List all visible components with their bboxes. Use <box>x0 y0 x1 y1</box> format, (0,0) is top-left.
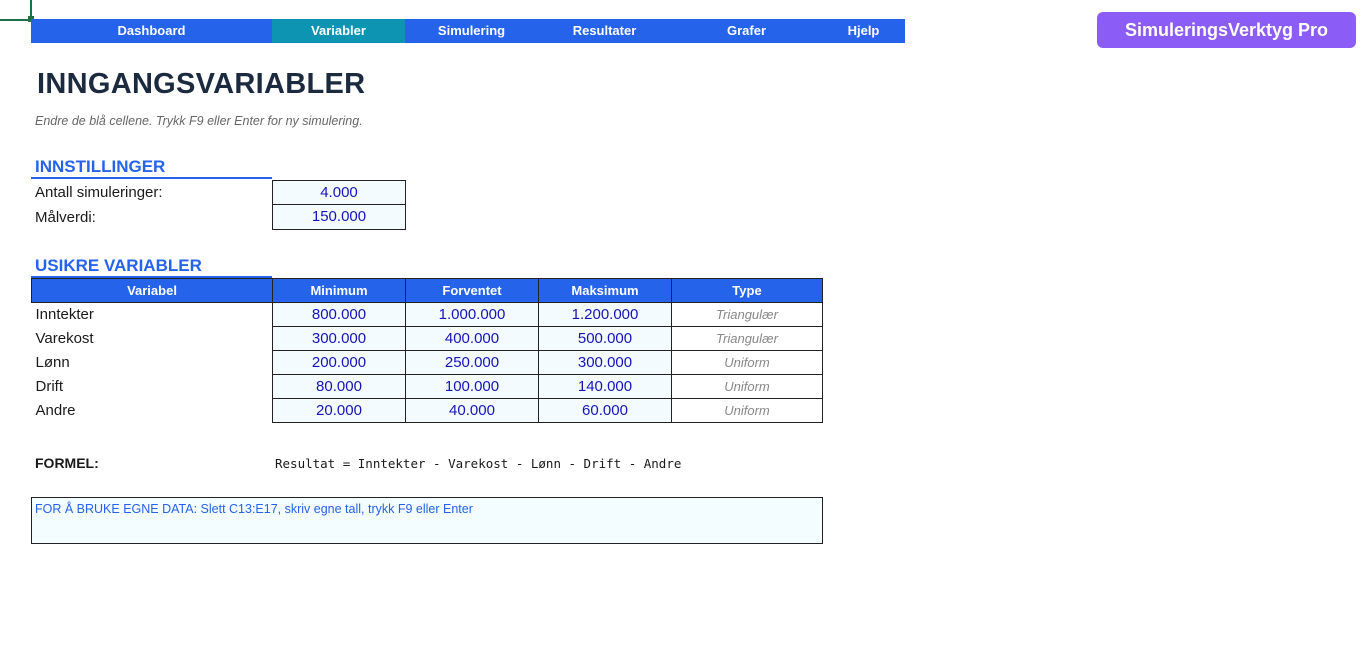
header-minimum: Minimum <box>272 278 406 303</box>
brand-badge: SimuleringsVerktyg Pro <box>1097 12 1356 48</box>
nav-bar: Dashboard Variabler Simulering Resultate… <box>31 19 905 43</box>
table-row: Drift 80.000 100.000 140.000 Uniform <box>32 374 823 399</box>
maximum-cell[interactable]: 300.000 <box>538 350 672 375</box>
table-row: Inntekter 800.000 1.000.000 1.200.000 Tr… <box>32 302 823 327</box>
maximum-cell[interactable]: 140.000 <box>538 374 672 399</box>
variable-name: Lønn <box>35 354 70 371</box>
nav-resultater[interactable]: Resultater <box>538 19 671 43</box>
minimum-cell[interactable]: 200.000 <box>272 350 406 375</box>
minimum-cell[interactable]: 800.000 <box>272 302 406 327</box>
expected-cell[interactable]: 400.000 <box>405 326 539 351</box>
variable-name: Drift <box>35 378 64 395</box>
variables-table: Variabel Minimum Forventet Maksimum Type… <box>31 278 823 423</box>
maximum-cell[interactable]: 60.000 <box>538 398 672 423</box>
expected-cell[interactable]: 100.000 <box>405 374 539 399</box>
nav-simulering[interactable]: Simulering <box>405 19 538 43</box>
maximum-cell[interactable]: 500.000 <box>538 326 672 351</box>
settings-section-title: INNSTILLINGER <box>35 157 166 176</box>
minimum-cell[interactable]: 300.000 <box>272 326 406 351</box>
variable-name: Inntekter <box>35 306 94 324</box>
page-subtitle: Endre de blå cellene. Trykk F9 eller Ent… <box>35 114 363 128</box>
table-row: Varekost 300.000 400.000 500.000 Triangu… <box>32 326 823 351</box>
type-cell: Uniform <box>671 350 823 375</box>
table-row: Andre 20.000 40.000 60.000 Uniform <box>32 398 823 423</box>
type-cell: Uniform <box>671 398 823 423</box>
header-variabel: Variabel <box>31 278 273 303</box>
expected-cell[interactable]: 40.000 <box>405 398 539 423</box>
setting-input-simulations[interactable]: 4.000 <box>272 180 406 205</box>
nav-grafer[interactable]: Grafer <box>671 19 822 43</box>
header-type: Type <box>671 278 823 303</box>
selected-cell-cursor <box>0 0 34 22</box>
type-cell: Uniform <box>671 374 823 399</box>
nav-variabler[interactable]: Variabler <box>272 19 405 43</box>
expected-cell[interactable]: 1.000.000 <box>405 302 539 327</box>
minimum-cell[interactable]: 20.000 <box>272 398 406 423</box>
minimum-cell[interactable]: 80.000 <box>272 374 406 399</box>
nav-dashboard[interactable]: Dashboard <box>31 19 272 43</box>
setting-input-target[interactable]: 150.000 <box>272 204 406 230</box>
formula-label: FORMEL: <box>35 455 99 471</box>
settings-section-rule <box>31 177 272 179</box>
formula-text: Resultat = Inntekter - Varekost - Lønn -… <box>275 456 682 471</box>
page-title: INNGANGSVARIABLER <box>37 68 366 100</box>
variable-name: Varekost <box>35 330 94 347</box>
cursor-edge-horizontal <box>0 19 31 21</box>
type-cell: Triangulær <box>671 302 823 327</box>
custom-data-note[interactable]: FOR Å BRUKE EGNE DATA: Slett C13:E17, sk… <box>31 497 823 544</box>
header-maksimum: Maksimum <box>538 278 672 303</box>
table-header-row: Variabel Minimum Forventet Maksimum Type <box>31 278 823 303</box>
expected-cell[interactable]: 250.000 <box>405 350 539 375</box>
header-forventet: Forventet <box>405 278 539 303</box>
setting-label-target: Målverdi: <box>35 209 96 226</box>
maximum-cell[interactable]: 1.200.000 <box>538 302 672 327</box>
type-cell: Triangulær <box>671 326 823 351</box>
table-row: Lønn 200.000 250.000 300.000 Uniform <box>32 350 823 375</box>
variable-name: Andre <box>35 402 76 419</box>
nav-hjelp[interactable]: Hjelp <box>822 19 905 43</box>
setting-label-simulations: Antall simuleringer: <box>35 184 163 201</box>
variables-section-title: USIKRE VARIABLER <box>35 256 202 275</box>
